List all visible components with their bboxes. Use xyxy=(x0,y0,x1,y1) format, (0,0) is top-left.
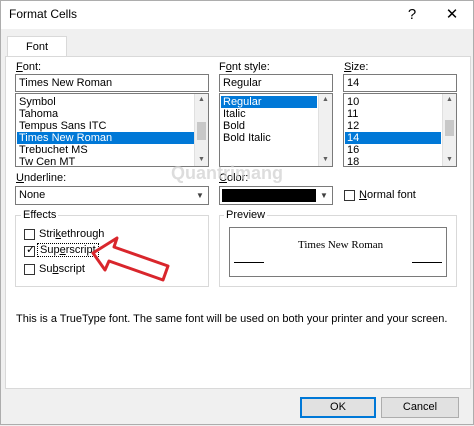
annotation-arrow-icon xyxy=(91,236,170,282)
format-cells-dialog: Format Cells ? ✕ Font Font: Times New Ro… xyxy=(0,0,474,425)
